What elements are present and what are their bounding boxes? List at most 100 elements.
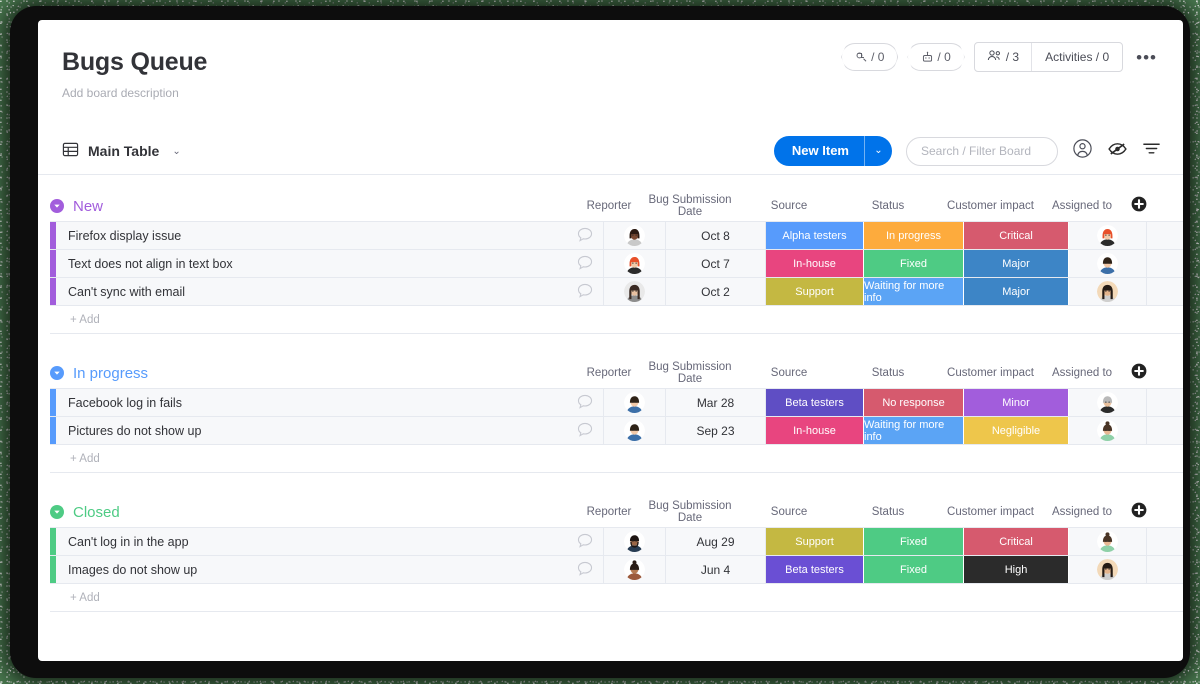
add-column-button[interactable]	[1131, 502, 1147, 523]
cell-date[interactable]: Jun 4	[666, 556, 766, 583]
add-item-row[interactable]: + Add	[50, 584, 1183, 612]
add-item-row[interactable]: + Add	[50, 445, 1183, 473]
new-item-dropdown-icon[interactable]: ⌄	[864, 136, 892, 166]
cell-source[interactable]: Beta testers	[766, 556, 864, 583]
chat-bubble-icon[interactable]	[577, 283, 593, 301]
column-header-impact[interactable]: Customer impact	[938, 367, 1043, 379]
tab-main-table[interactable]: Main Table ⌄	[62, 141, 181, 161]
chat-bubble-icon[interactable]	[577, 533, 593, 551]
new-item-button[interactable]: New Item	[774, 136, 864, 166]
add-item-label[interactable]: + Add	[56, 592, 100, 604]
cell-item-name[interactable]: Can't sync with email	[56, 278, 604, 305]
cell-status[interactable]: No response	[864, 389, 964, 416]
table-row[interactable]: Facebook log in fails Mar 28 Beta tester…	[50, 389, 1183, 417]
table-row[interactable]: Can't log in in the app Aug 29 Support F…	[50, 528, 1183, 556]
column-header-source[interactable]: Source	[740, 200, 838, 212]
column-header-source[interactable]: Source	[740, 506, 838, 518]
column-header-date[interactable]: Bug Submission Date	[640, 500, 740, 524]
cell-source[interactable]: In-house	[766, 417, 864, 444]
cell-reporter[interactable]	[604, 250, 666, 277]
cell-status[interactable]: Fixed	[864, 528, 964, 555]
cell-date[interactable]: Oct 7	[666, 250, 766, 277]
cell-customer-impact[interactable]: Minor	[964, 389, 1069, 416]
cell-reporter[interactable]	[604, 278, 666, 305]
column-header-impact[interactable]: Customer impact	[938, 200, 1043, 212]
chevron-down-icon[interactable]	[50, 199, 64, 213]
integrations-button[interactable]: / 0	[907, 43, 965, 71]
table-row[interactable]: Text does not align in text box Oct 7 In…	[50, 250, 1183, 278]
cell-item-name[interactable]: Can't log in in the app	[56, 528, 604, 555]
cell-date[interactable]: Aug 29	[666, 528, 766, 555]
column-header-status[interactable]: Status	[838, 200, 938, 212]
table-row[interactable]: Can't sync with email Oct 2 Support Wait…	[50, 278, 1183, 306]
cell-item-name[interactable]: Text does not align in text box	[56, 250, 604, 277]
add-column-button[interactable]	[1131, 363, 1147, 384]
add-item-label[interactable]: + Add	[56, 453, 100, 465]
column-header-date[interactable]: Bug Submission Date	[640, 194, 740, 218]
board-members-button[interactable]: / 3	[975, 43, 1033, 71]
cell-status[interactable]: Fixed	[864, 556, 964, 583]
cell-status[interactable]: Fixed	[864, 250, 964, 277]
board-description[interactable]: Add board description	[62, 86, 1183, 100]
cell-customer-impact[interactable]: Major	[964, 278, 1069, 305]
column-header-reporter[interactable]: Reporter	[578, 367, 640, 379]
cell-date[interactable]: Oct 2	[666, 278, 766, 305]
chevron-down-icon[interactable]: ⌄	[172, 146, 180, 157]
cell-item-name[interactable]: Facebook log in fails	[56, 389, 604, 416]
cell-assigned-to[interactable]	[1069, 556, 1147, 583]
column-header-source[interactable]: Source	[740, 367, 838, 379]
cell-reporter[interactable]	[604, 417, 666, 444]
cell-assigned-to[interactable]	[1069, 389, 1147, 416]
cell-status[interactable]: Waiting for more info	[864, 417, 964, 444]
chat-bubble-icon[interactable]	[577, 255, 593, 273]
column-header-assigned[interactable]: Assigned to	[1043, 200, 1121, 212]
activities-button[interactable]: Activities / 0	[1032, 43, 1122, 71]
column-header-assigned[interactable]: Assigned to	[1043, 506, 1121, 518]
column-header-impact[interactable]: Customer impact	[938, 506, 1043, 518]
cell-source[interactable]: Support	[766, 528, 864, 555]
cell-assigned-to[interactable]	[1069, 417, 1147, 444]
cell-date[interactable]: Mar 28	[666, 389, 766, 416]
column-header-status[interactable]: Status	[838, 367, 938, 379]
chevron-down-icon[interactable]	[50, 505, 64, 519]
add-item-row[interactable]: + Add	[50, 306, 1183, 334]
cell-date[interactable]: Sep 23	[666, 417, 766, 444]
table-row[interactable]: Firefox display issue Oct 8 Alpha tester…	[50, 222, 1183, 250]
cell-reporter[interactable]	[604, 389, 666, 416]
more-options-button[interactable]: •••	[1132, 49, 1161, 66]
chat-bubble-icon[interactable]	[577, 422, 593, 440]
column-header-reporter[interactable]: Reporter	[578, 506, 640, 518]
add-item-label[interactable]: + Add	[56, 314, 100, 326]
cell-date[interactable]: Oct 8	[666, 222, 766, 249]
cell-assigned-to[interactable]	[1069, 222, 1147, 249]
cell-customer-impact[interactable]: Major	[964, 250, 1069, 277]
cell-item-name[interactable]: Images do not show up	[56, 556, 604, 583]
cell-customer-impact[interactable]: Negligible	[964, 417, 1069, 444]
cell-assigned-to[interactable]	[1069, 278, 1147, 305]
cell-assigned-to[interactable]	[1069, 528, 1147, 555]
cell-source[interactable]: In-house	[766, 250, 864, 277]
chat-bubble-icon[interactable]	[577, 561, 593, 579]
cell-reporter[interactable]	[604, 556, 666, 583]
cell-status[interactable]: In progress	[864, 222, 964, 249]
table-row[interactable]: Images do not show up Jun 4 Beta testers…	[50, 556, 1183, 584]
chat-bubble-icon[interactable]	[577, 227, 593, 245]
cell-reporter[interactable]	[604, 222, 666, 249]
new-item-group[interactable]: New Item ⌄	[773, 136, 892, 166]
cell-source[interactable]: Alpha testers	[766, 222, 864, 249]
table-row[interactable]: Pictures do not show up Sep 23 In-house …	[50, 417, 1183, 445]
cell-reporter[interactable]	[604, 528, 666, 555]
person-circle-icon[interactable]	[1072, 138, 1093, 164]
chevron-down-icon[interactable]	[50, 366, 64, 380]
cell-source[interactable]: Support	[766, 278, 864, 305]
search-input[interactable]	[906, 136, 1058, 166]
add-column-button[interactable]	[1131, 196, 1147, 217]
cell-item-name[interactable]: Firefox display issue	[56, 222, 604, 249]
cell-assigned-to[interactable]	[1069, 250, 1147, 277]
filter-icon[interactable]	[1142, 141, 1161, 161]
column-header-assigned[interactable]: Assigned to	[1043, 367, 1121, 379]
chat-bubble-icon[interactable]	[577, 394, 593, 412]
cell-customer-impact[interactable]: Critical	[964, 222, 1069, 249]
cell-customer-impact[interactable]: High	[964, 556, 1069, 583]
column-header-reporter[interactable]: Reporter	[578, 200, 640, 212]
